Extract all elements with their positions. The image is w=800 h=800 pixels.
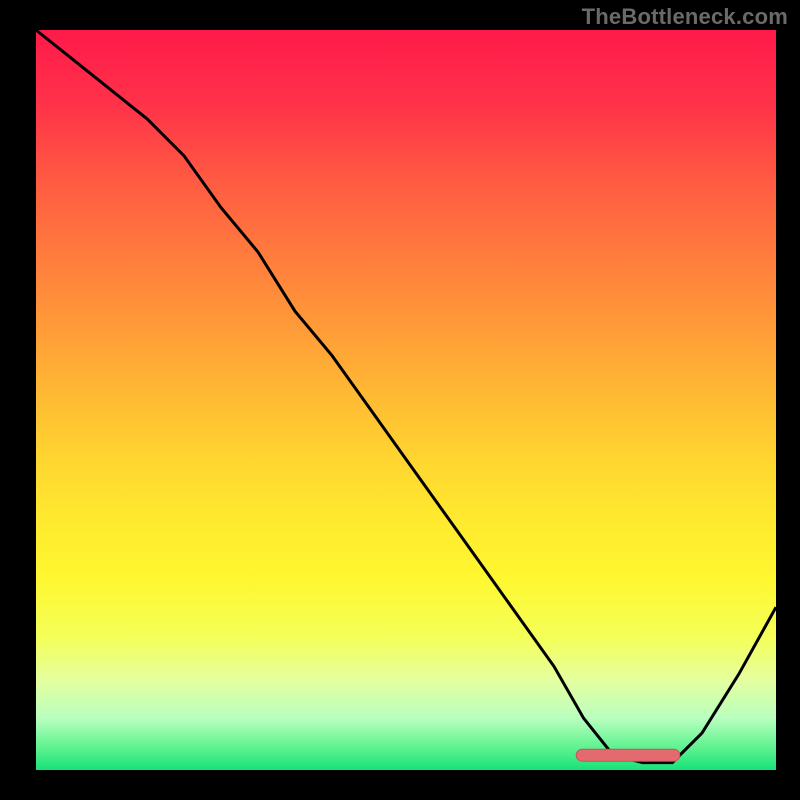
watermark-text: TheBottleneck.com (582, 4, 788, 30)
bottleneck-chart (0, 0, 800, 800)
chart-plot-bg (36, 30, 776, 770)
flat-bottom-marker (576, 749, 680, 761)
chart-container: { "watermark": "TheBottleneck.com", "col… (0, 0, 800, 800)
